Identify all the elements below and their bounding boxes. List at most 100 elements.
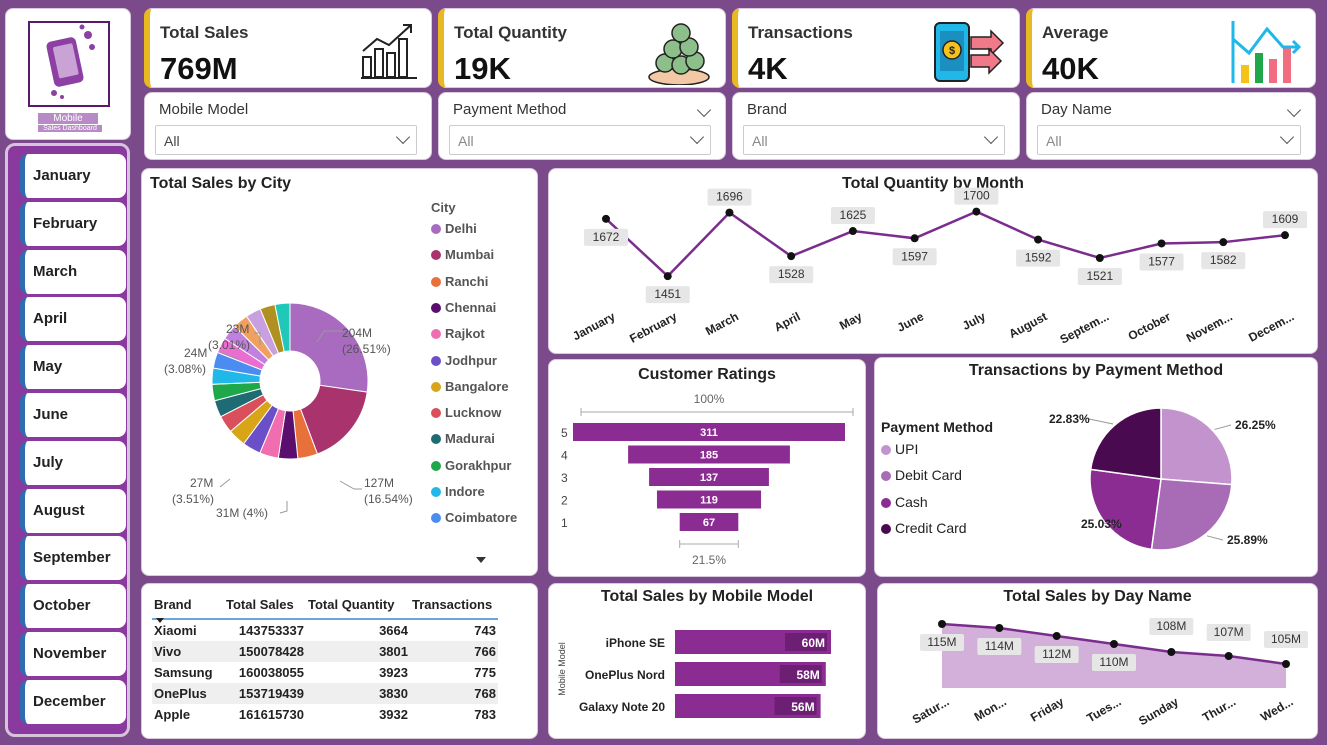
pie-slice[interactable] [1160,407,1233,486]
day-name-dropdown[interactable]: All [1037,125,1301,155]
slicer-day-name[interactable]: Day Name All [1026,92,1316,160]
month-button-september[interactable]: September [20,536,126,581]
pie-slice[interactable] [1089,468,1162,551]
data-point[interactable] [972,207,981,216]
data-point[interactable] [1219,238,1228,247]
column-header-total-sales[interactable]: Total Sales [224,594,306,619]
column-header-total-quantity[interactable]: Total Quantity [306,594,410,619]
kpi-title: Total Sales [160,23,249,42]
data-point[interactable] [848,227,857,236]
month-button-april[interactable]: April [20,297,126,342]
day-area-chart: 115M Satur... 114M Mon... 112M Friday 110M Tues… [910,618,1308,728]
month-button-july[interactable]: July [20,440,126,485]
legend-item[interactable]: Madurai [431,431,495,446]
legend-item[interactable]: Ranchi [431,274,488,289]
table-cell: 143753337 [238,623,304,638]
legend-item[interactable]: Bangalore [431,379,509,394]
month-button-march[interactable]: March [20,249,126,294]
data-point[interactable] [910,234,919,243]
legend-item[interactable]: Rajkot [431,326,485,341]
day-sales-card: Total Sales by Day Name 115M Satur... 114M… [877,583,1318,739]
table-row[interactable]: Samsung 160038055 3923 775 [152,662,498,683]
data-point[interactable] [602,214,610,223]
payment-method-dropdown[interactable]: All [449,125,711,155]
table-row[interactable]: Apple 161615730 3932 783 [152,704,498,725]
month-button-may[interactable]: May [20,345,126,390]
chevron-down-icon [395,129,411,145]
legend-item[interactable]: Mumbai [431,247,494,262]
slicer-title: Brand [747,101,788,118]
slice-label: 27M [190,476,213,490]
logo-text-2: Sales Dashboard [38,125,102,132]
table-cell: Samsung [154,665,213,680]
data-point[interactable] [1157,239,1166,248]
data-label: 1582 [1210,253,1237,267]
data-point[interactable] [663,272,672,281]
x-tick-label: Thur... [1200,694,1238,724]
slicer-payment-method[interactable]: Payment Method All [438,92,726,160]
data-label: 1672 [593,230,620,244]
data-point[interactable] [787,252,796,261]
legend-item[interactable]: Delhi [431,221,477,236]
funnel-value: 137 [700,472,718,484]
x-tick-label: April [772,309,803,334]
data-point[interactable] [1052,632,1061,640]
legend-item[interactable]: Chennai [431,300,496,315]
legend-scroll-down-icon[interactable] [476,557,486,563]
table-row[interactable]: Vivo 150078428 3801 766 [152,641,498,662]
legend-item[interactable]: Coimbatore [431,510,517,525]
slicer-value: All [1046,133,1062,149]
data-point[interactable] [938,620,946,628]
kpi-value: 40K [1042,51,1099,86]
data-point[interactable] [1110,640,1118,648]
payment-card: Transactions by Payment Method Payment M… [874,357,1318,577]
mobile-model-dropdown[interactable]: All [155,125,417,155]
phone-payment-icon: $ [934,22,1005,82]
data-point[interactable] [1095,254,1104,262]
data-point[interactable] [1224,652,1233,660]
chevron-down-icon[interactable] [696,102,712,118]
chart-title: Total Sales by City [150,175,292,192]
month-button-october[interactable]: October [20,584,126,629]
data-point[interactable] [1281,231,1289,240]
table-row[interactable]: Xiaomi 143753337 3664 743 [152,619,498,641]
model-sales-card: Total Sales by Mobile Model Mobile Model… [548,583,866,739]
slicer-brand[interactable]: Brand All [732,92,1020,160]
data-point[interactable] [725,208,734,217]
month-button-june[interactable]: June [20,393,126,437]
month-button-november[interactable]: November [20,632,126,676]
month-button-february[interactable]: February [20,201,126,246]
legend-item[interactable]: Gorakhpur [431,458,511,473]
table-row[interactable]: OnePlus 153719439 3830 768 [152,683,498,704]
slicer-mobile-model[interactable]: Mobile Model All [144,92,432,160]
column-header-transactions[interactable]: Transactions [410,594,498,619]
table-cell: OnePlus [152,683,224,704]
legend-label: Rajkot [445,326,485,342]
bar-value-label: 56M [791,700,814,714]
funnel-bottom-label: 21.5% [692,553,726,567]
legend-item[interactable]: Jodhpur [431,353,497,368]
leader-line [1088,418,1114,425]
data-label: 1521 [1086,269,1113,283]
brand-dropdown[interactable]: All [743,125,1005,155]
legend-item[interactable]: Lucknow [431,405,501,420]
data-label: 1592 [1025,251,1052,265]
kpi-value: 769M [160,51,238,86]
data-point[interactable] [1034,235,1043,244]
x-tick-label: January [570,309,617,343]
legend-item[interactable]: Indore [431,484,485,499]
data-point[interactable] [1282,660,1290,668]
pie-slice[interactable] [1089,407,1162,480]
month-button-december[interactable]: December [20,679,126,724]
data-label: 110M [1099,655,1128,669]
month-button-august[interactable]: August [20,488,126,533]
slice-label: 23M [226,322,249,336]
legend-dot [431,302,441,313]
data-point[interactable] [995,624,1004,632]
data-point[interactable] [1167,648,1176,656]
model-bar-chart: Mobile Model 60M iPhone SE 58M OnePlus Nord 5… [557,630,831,718]
column-header-brand[interactable]: Brand [152,594,224,623]
chevron-down-icon[interactable] [1286,102,1302,118]
legend-label: Delhi [445,221,477,236]
month-button-january[interactable]: January [20,154,126,198]
